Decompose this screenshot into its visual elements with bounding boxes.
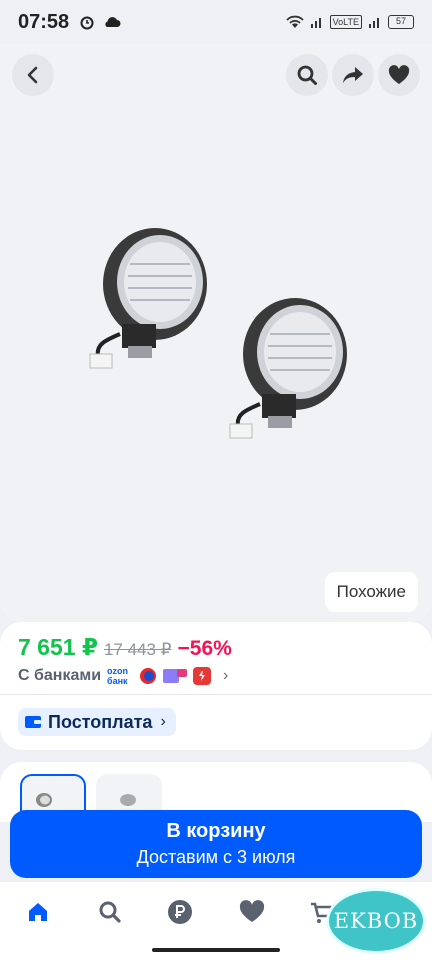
- search-button[interactable]: [286, 54, 328, 96]
- chevron-right-icon: ›: [223, 667, 229, 684]
- delivery-date: Доставим с 3 июля: [136, 847, 296, 867]
- favorite-button[interactable]: [378, 54, 420, 96]
- ozon-bank-logo: ozon банк: [107, 666, 129, 686]
- nav-search[interactable]: [92, 894, 128, 930]
- banks-row[interactable]: С банками ozon банк ›: [18, 666, 228, 686]
- postpay-label: Постоплата: [48, 711, 153, 732]
- product-gallery[interactable]: Похожие: [0, 44, 432, 622]
- signal-icon-2: [369, 18, 379, 28]
- watermark-logo: EKBOB: [326, 888, 426, 954]
- divider: [0, 694, 432, 695]
- ruble-icon: [168, 900, 192, 924]
- search-icon: [297, 65, 317, 85]
- back-button[interactable]: [12, 54, 54, 96]
- wallet-icon: [25, 716, 41, 728]
- price-row: 7 651 ₽ 17 443 ₽ −56%: [18, 634, 232, 661]
- signal-icon: [310, 18, 321, 28]
- gesture-bar: [152, 948, 280, 952]
- nav-finance[interactable]: [162, 894, 198, 930]
- chevron-right-icon: ›: [160, 713, 166, 730]
- bank-icon-1: [140, 668, 157, 684]
- alarm-icon: [80, 16, 94, 30]
- nav-favorites[interactable]: [234, 894, 270, 930]
- volte-indicator: VoLTE: [329, 15, 362, 29]
- home-icon: [29, 903, 47, 921]
- chevron-left-icon: [27, 66, 38, 84]
- share-icon: [343, 67, 363, 83]
- share-button[interactable]: [332, 54, 374, 96]
- bank-icon-3: [193, 667, 212, 685]
- similar-button[interactable]: Похожие: [324, 572, 418, 612]
- banks-label: С банками: [18, 667, 102, 684]
- heart-icon: [239, 900, 265, 922]
- discount-badge: −56%: [177, 637, 232, 660]
- cloud-icon: [105, 17, 121, 27]
- add-to-cart-button[interactable]: В корзину Доставим с 3 июля: [10, 810, 422, 878]
- old-price: 17 443 ₽: [103, 640, 172, 659]
- wifi-icon: [285, 15, 304, 28]
- postpay-button[interactable]: Постоплата ›: [18, 708, 176, 736]
- current-price: 7 651 ₽: [18, 634, 98, 660]
- status-bar: 07:58 VoLTE 57: [0, 0, 432, 44]
- search-icon: [99, 901, 121, 923]
- product-image: [89, 228, 347, 439]
- status-time: 07:58: [18, 10, 70, 33]
- price-card: 7 651 ₽ 17 443 ₽ −56% С банками ozon бан…: [0, 622, 432, 750]
- heart-icon: [388, 65, 410, 84]
- cart-title: В корзину: [166, 820, 266, 842]
- battery-indicator: 57: [388, 15, 414, 29]
- nav-home[interactable]: [20, 894, 56, 930]
- bank-icon-2: [163, 669, 188, 683]
